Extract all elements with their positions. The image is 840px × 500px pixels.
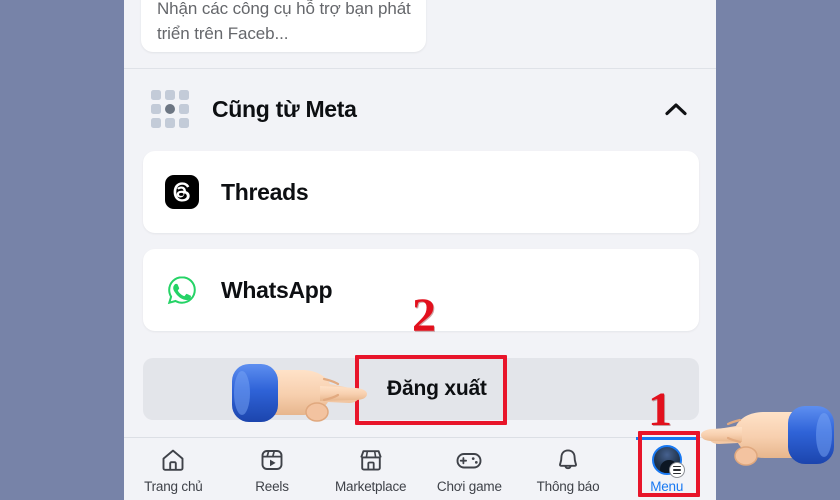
developer-tools-card[interactable]: Nhận các công cụ hỗ trợ bạn phát triển t… (141, 0, 426, 52)
bottom-navigation-bar: Trang chủ Reels Marketplace Chơi game Th… (124, 437, 716, 500)
app-row-threads[interactable]: Threads (143, 151, 699, 233)
nav-item-play-game[interactable]: Chơi game (420, 445, 519, 494)
meta-grid-icon (150, 89, 190, 129)
nav-item-notifications[interactable]: Thông báo (519, 445, 618, 494)
home-icon (159, 445, 187, 475)
pointing-hand-left-icon (690, 398, 840, 500)
active-tab-indicator (635, 437, 698, 440)
nav-label: Marketplace (335, 479, 407, 494)
section-title: Cũng từ Meta (212, 95, 357, 122)
nav-label: Menu (650, 479, 684, 494)
card-description: Nhận các công cụ hỗ trợ bạn phát triển t… (157, 0, 411, 43)
nav-item-reels[interactable]: Reels (223, 445, 322, 494)
pointing-hand-right-icon (214, 352, 374, 432)
logout-label: Đăng xuất (387, 377, 487, 400)
hamburger-icon (668, 462, 685, 478)
annotation-step-1: 1 (648, 383, 672, 436)
avatar-menu-icon (651, 445, 685, 478)
whatsapp-icon (165, 273, 199, 307)
chevron-up-icon[interactable] (664, 97, 688, 121)
nav-label: Reels (255, 479, 289, 494)
gamepad-icon (454, 445, 484, 475)
bell-icon (554, 445, 582, 475)
nav-item-marketplace[interactable]: Marketplace (321, 445, 420, 494)
nav-label: Trang chủ (144, 479, 203, 494)
nav-item-home[interactable]: Trang chủ (124, 445, 223, 494)
threads-icon (165, 175, 199, 209)
marketplace-icon (357, 445, 385, 475)
nav-label: Thông báo (536, 479, 600, 494)
section-divider (124, 68, 716, 69)
phone-screen: Nhận các công cụ hỗ trợ bạn phát triển t… (124, 0, 716, 500)
nav-label: Chơi game (436, 479, 502, 494)
section-header-also-from-meta[interactable]: Cũng từ Meta (124, 78, 716, 140)
app-label: Threads (221, 178, 309, 205)
annotation-step-2: 2 (412, 289, 436, 342)
app-label: WhatsApp (221, 276, 333, 303)
reels-icon (258, 445, 286, 475)
